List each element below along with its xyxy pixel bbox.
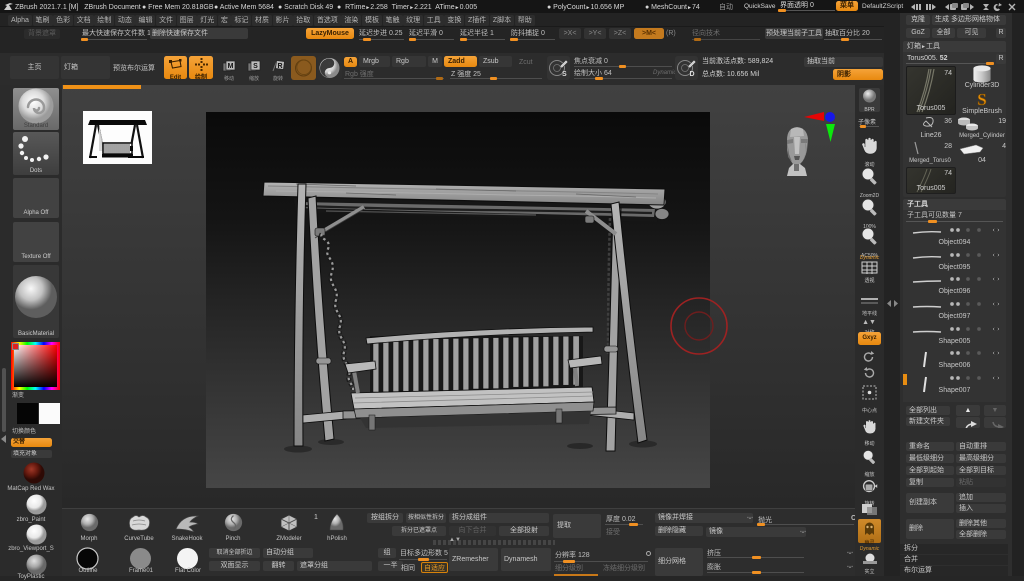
svg-text:S: S: [562, 71, 567, 78]
svg-text:S: S: [253, 63, 258, 70]
svg-text:▲▼: ▲▼: [862, 319, 876, 326]
svg-text:S: S: [977, 91, 986, 108]
svg-text:R: R: [277, 63, 282, 70]
svg-text:M: M: [228, 63, 234, 70]
svg-text:D: D: [690, 71, 695, 78]
